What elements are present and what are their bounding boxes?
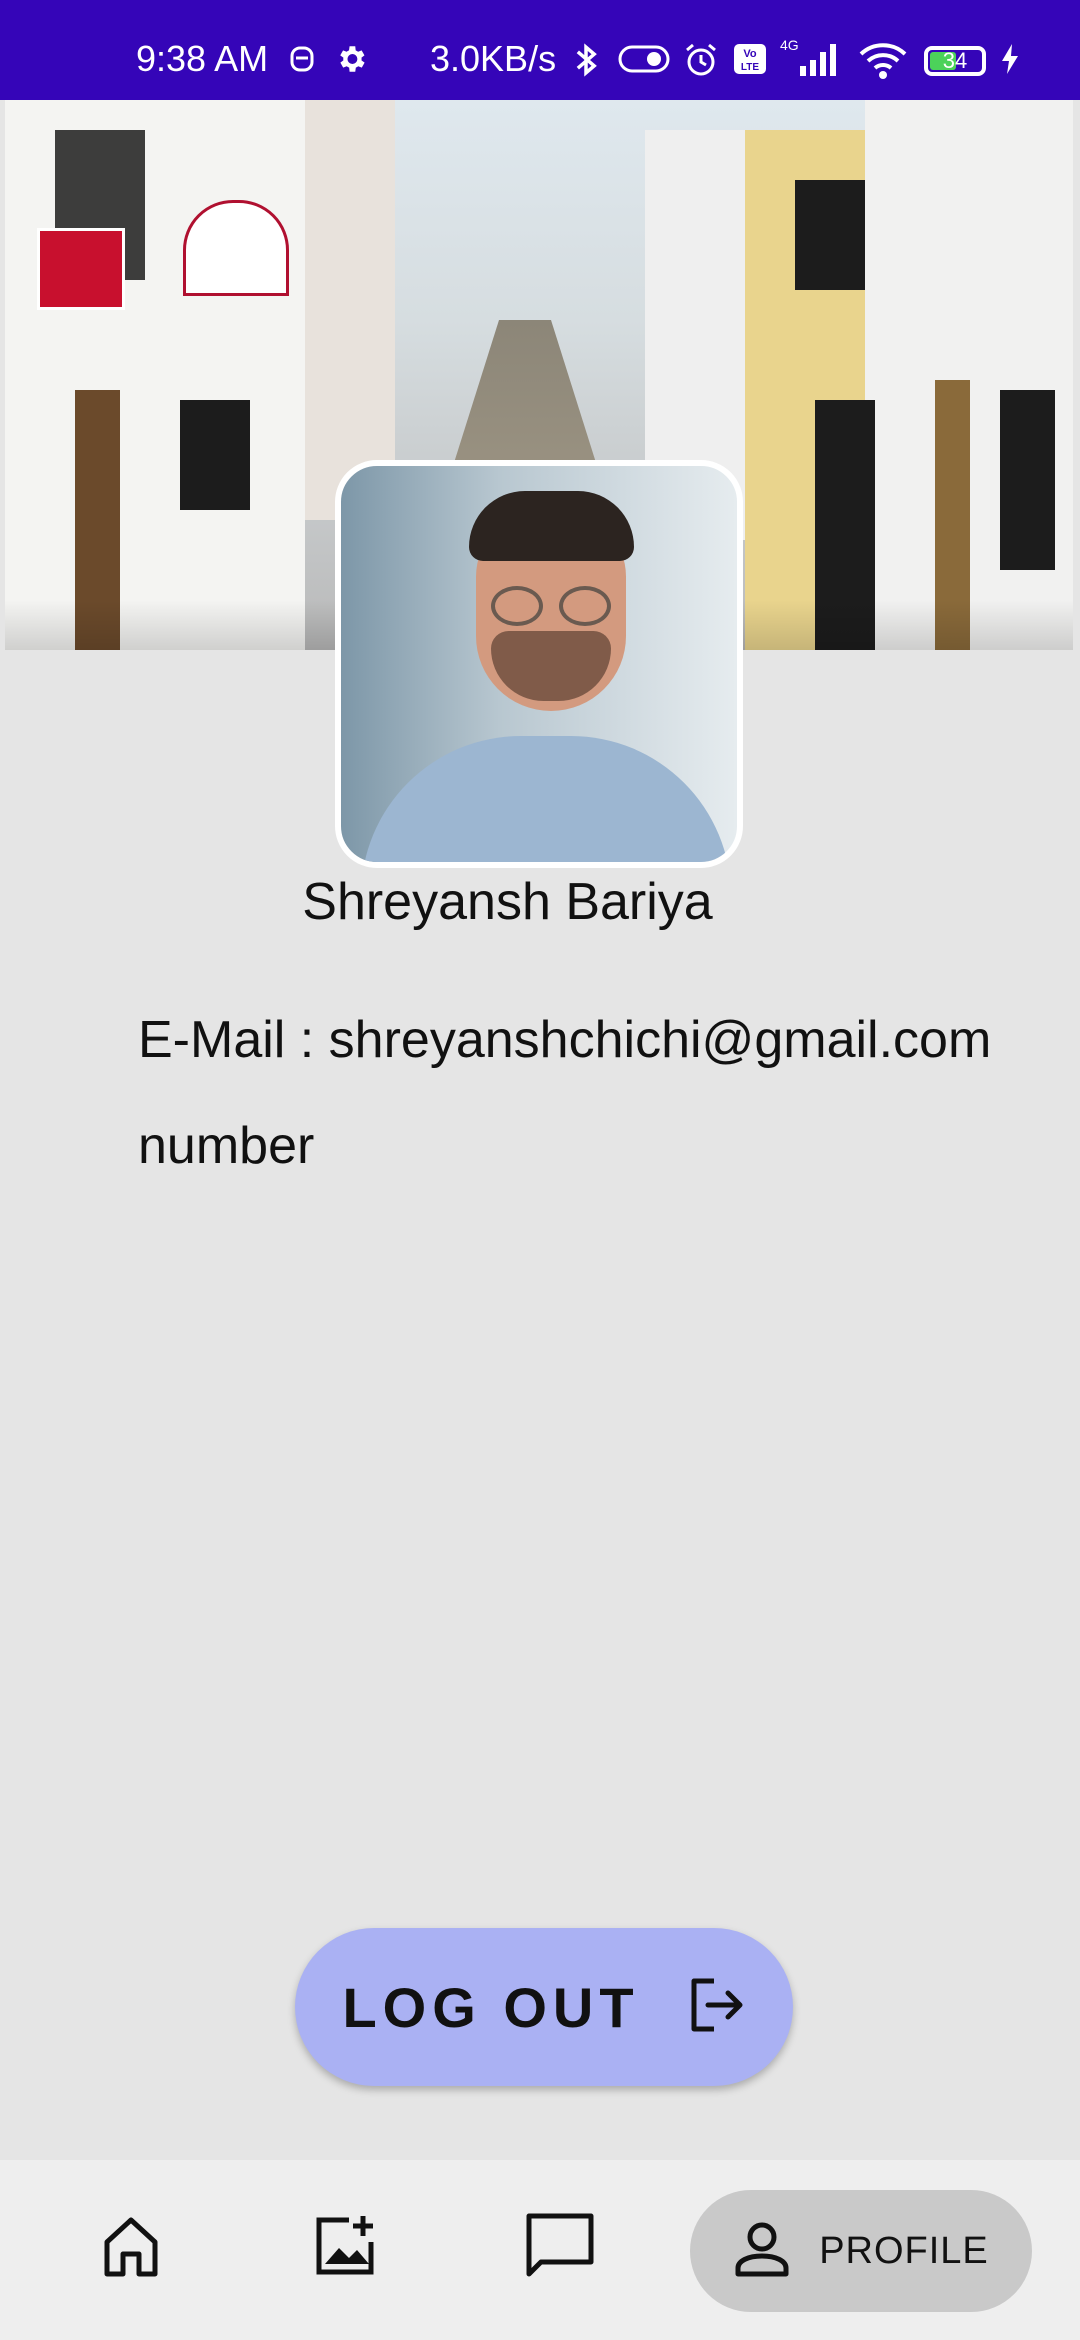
battery-icon: 34 [924,46,986,76]
logout-button[interactable]: LOG OUT [295,1928,793,2086]
nav-profile-label: PROFILE [819,2229,989,2272]
network-type: 4G [780,37,799,53]
nav-add-image[interactable] [313,2212,379,2283]
settings-icon [334,42,368,85]
svg-text:LTE: LTE [741,62,759,73]
status-time: 9:38 AM [136,38,269,79]
nav-profile[interactable]: PROFILE [690,2190,1032,2312]
home-icon [99,2217,163,2284]
status-bar: 9:38 AM 3.0KB/s Vo LTE 4G 34 [0,0,1080,100]
shop-sign-icon [37,228,125,310]
logout-label: LOG OUT [342,1975,640,2039]
battery-level: 34 [942,48,968,73]
nav-chat[interactable] [525,2212,595,2285]
logout-icon [686,1976,746,2039]
profile-icon [733,2220,791,2283]
alarm-icon [683,42,719,87]
profile-name: Shreyansh Bariya [302,873,713,931]
profile-email: E-Mail : shreyanshchichi@gmail.com [138,1011,992,1069]
wifi-icon [858,42,908,89]
toggle-icon [618,42,670,84]
add-image-icon [313,2216,379,2282]
alarm-silhouette-icon [288,42,316,85]
volte-icon: Vo LTE [732,42,768,85]
nav-home[interactable] [99,2212,163,2285]
profile-number: number [138,1117,315,1175]
svg-text:Vo: Vo [743,48,757,60]
charging-icon [998,42,1022,85]
cruzcampo-sign-icon [183,200,289,296]
bottom-navigation: PROFILE [0,2160,1080,2340]
bluetooth-icon [572,42,600,87]
profile-avatar[interactable] [335,460,743,868]
signal-icon: 4G [778,36,844,87]
chat-icon [525,2213,595,2284]
network-speed: 3.0KB/s [430,38,557,79]
